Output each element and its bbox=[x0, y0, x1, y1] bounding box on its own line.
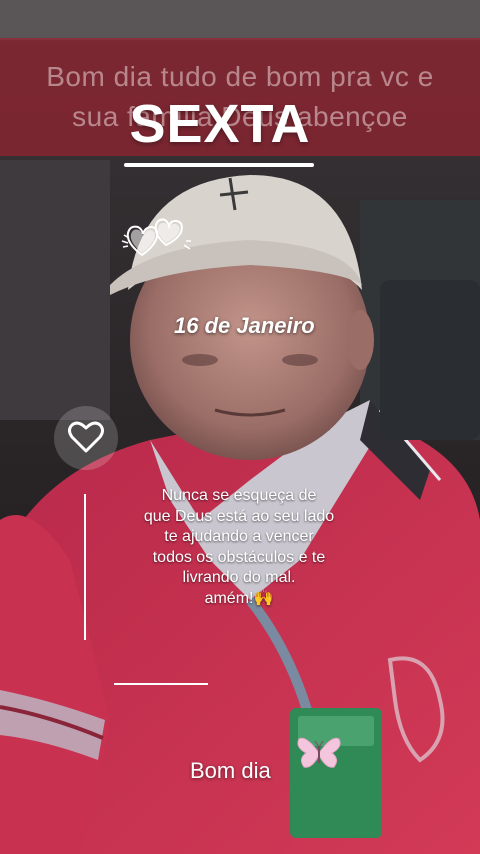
message-line: todos os obstáculos e te bbox=[152, 548, 326, 566]
weekday-title: SEXTA bbox=[129, 94, 311, 154]
title-underline bbox=[124, 163, 314, 167]
left-divider bbox=[84, 494, 86, 640]
caption-line-1: Bom dia tudo de bom pra vc e bbox=[46, 61, 434, 92]
message-block: Nunca se esqueça de que Deus está ao seu… bbox=[134, 486, 344, 609]
like-button[interactable] bbox=[54, 406, 118, 470]
message-line: Nunca se esqueça de bbox=[161, 487, 317, 504]
message-line: amém!🙌 bbox=[204, 589, 274, 607]
message-line: te ajudando a vencer bbox=[164, 528, 314, 545]
heart-like-icon bbox=[68, 421, 104, 453]
message-line: que Deus está ao seu lado bbox=[143, 507, 335, 525]
greeting-label: Bom dia bbox=[190, 758, 271, 783]
date-label: 16 de Janeiro bbox=[174, 313, 315, 338]
message-line: livrando do mal. bbox=[182, 569, 296, 586]
hearts-doodle-icon bbox=[121, 218, 191, 257]
story-frame: Bom dia tudo de bom pra vc e sua família… bbox=[0, 0, 480, 854]
bottom-divider bbox=[114, 683, 208, 685]
butterfly-icon bbox=[297, 737, 341, 768]
